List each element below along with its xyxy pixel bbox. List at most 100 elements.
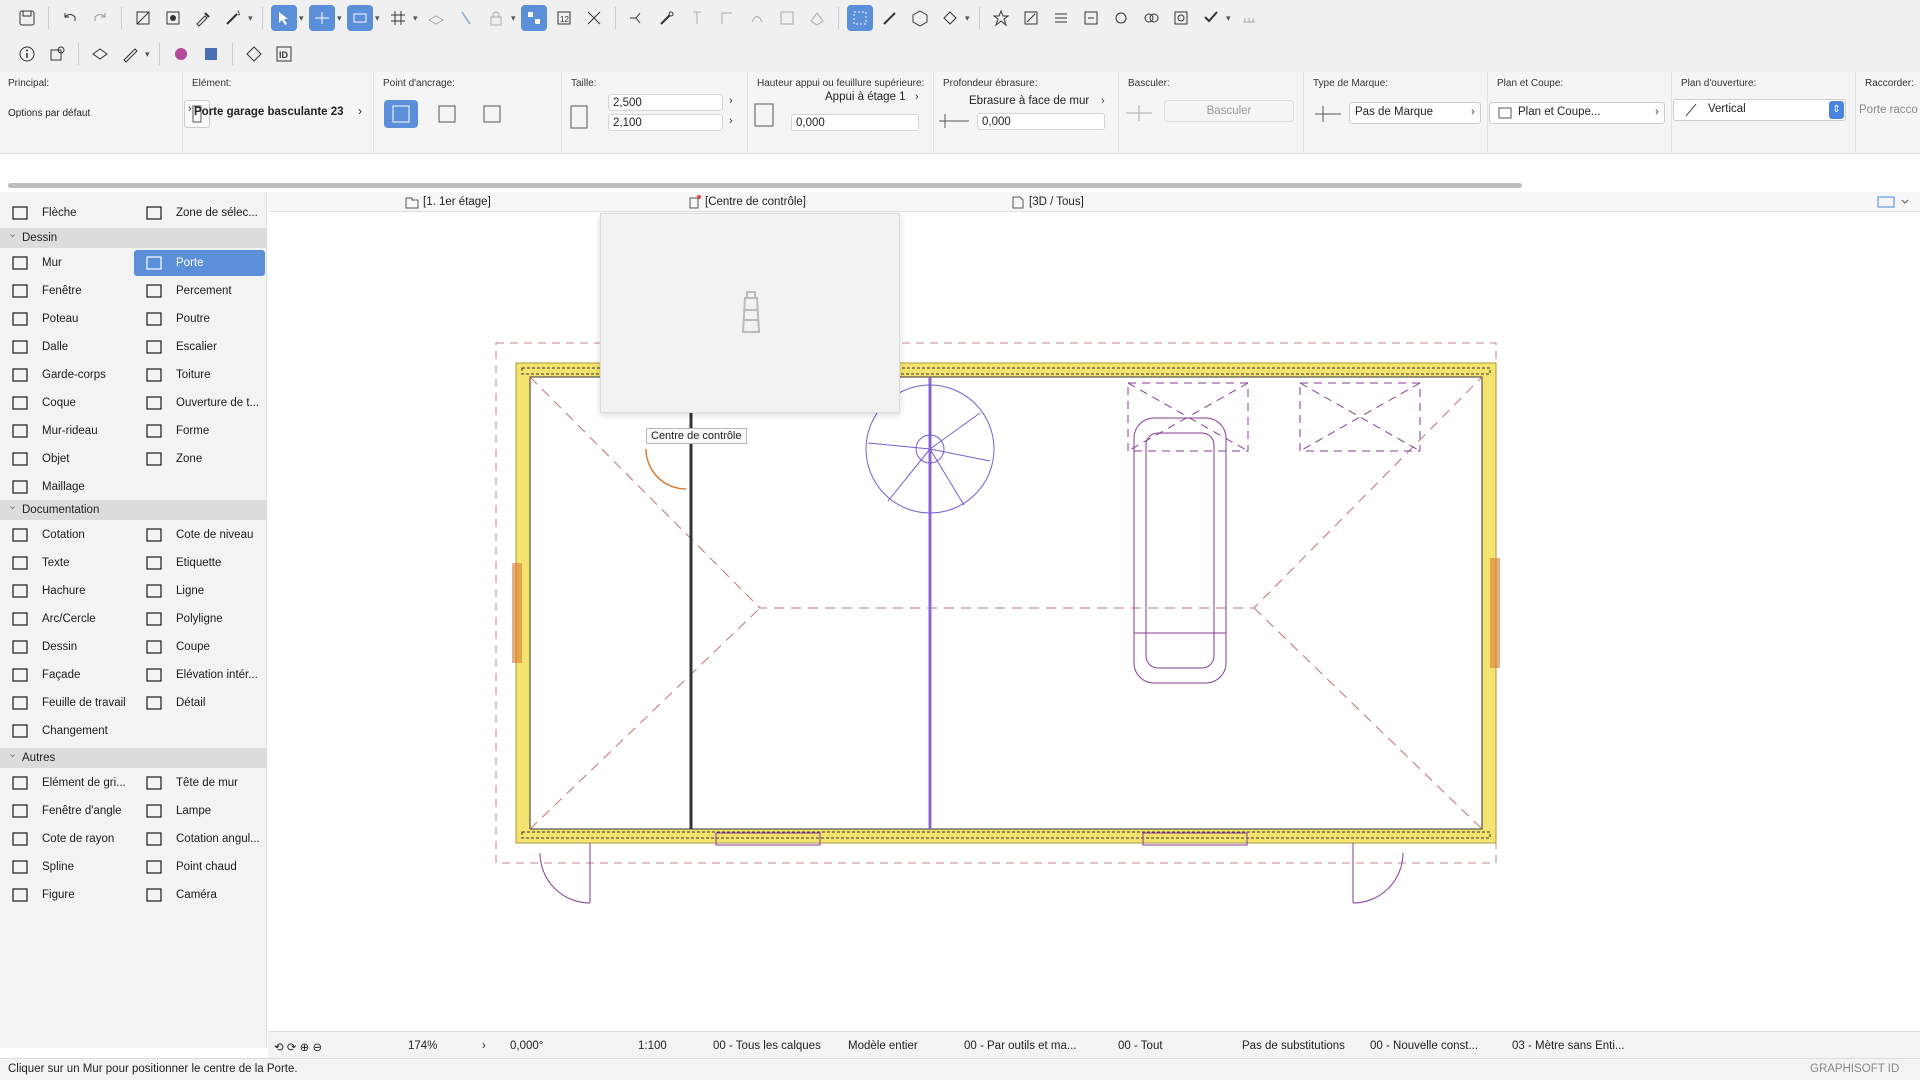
chevron-down-icon[interactable]: ▾ [248, 5, 256, 31]
elevation-icon[interactable] [654, 5, 680, 31]
plan-section-button[interactable]: Plan et Coupe... [1489, 102, 1665, 124]
chevron-right-icon[interactable]: › [1101, 95, 1105, 107]
tool-shell[interactable]: Coque [0, 390, 131, 416]
magic-wand-icon[interactable] [220, 5, 246, 31]
tool-door[interactable]: Porte [134, 250, 265, 276]
tool-hotspot[interactable]: Point chaud [134, 854, 265, 880]
split-icon[interactable] [581, 5, 607, 31]
tool-corner-window[interactable]: Fenêtre d'angle [0, 798, 131, 824]
graphic-override-icon[interactable] [168, 41, 194, 67]
trace-icon[interactable] [453, 5, 479, 31]
view-icon[interactable] [847, 5, 873, 31]
tool-opening[interactable]: Percement [134, 278, 265, 304]
renovation-value[interactable]: 00 - Nouvelle const... [1370, 1040, 1478, 1052]
tool-dimension[interactable]: Cotation [0, 522, 131, 548]
chevron-down-icon[interactable]: ▾ [1226, 5, 1234, 31]
select-arrows-icon[interactable]: ⇕ [1829, 101, 1844, 119]
tab-floor-plan[interactable]: [1. 1er étage] [404, 192, 491, 212]
chevron-down-icon[interactable]: ▾ [337, 5, 345, 31]
grid-icon[interactable] [385, 5, 411, 31]
reveal-reference[interactable]: Ebrasure à face de mur [969, 95, 1089, 107]
floor-plan-drawing[interactable] [268, 213, 1920, 1031]
infobox-scrollbar[interactable] [8, 183, 1522, 188]
tools-icon[interactable] [1198, 5, 1224, 31]
tool-lamp[interactable]: Lampe [134, 798, 265, 824]
eyedropper-icon[interactable] [190, 5, 216, 31]
cube-icon[interactable] [907, 5, 933, 31]
favorite-icon[interactable] [988, 5, 1014, 31]
adjust-icon[interactable] [624, 5, 650, 31]
ruler-icon[interactable] [1236, 5, 1262, 31]
tool-grid-element[interactable]: Elément de gri... [0, 770, 131, 796]
tool-zone[interactable]: Zone [134, 446, 265, 472]
chevron-down-icon[interactable]: ▾ [511, 5, 519, 31]
mirror-icon[interactable] [744, 5, 770, 31]
tool-label[interactable]: Etiquette [134, 550, 265, 576]
zoom-value[interactable]: 174% [408, 1040, 437, 1052]
offset-icon[interactable] [684, 5, 710, 31]
chevron-down-icon[interactable]: ▾ [965, 5, 973, 31]
rotate-icon[interactable] [714, 5, 740, 31]
tool-roof[interactable]: Toiture [134, 362, 265, 388]
publish-icon[interactable] [1078, 5, 1104, 31]
chevron-right-icon[interactable]: › [358, 104, 362, 118]
tool-arc[interactable]: Arc/Cercle [0, 606, 131, 632]
explode-icon[interactable]: 12 [551, 5, 577, 31]
chevron-right-icon[interactable]: › [188, 103, 192, 115]
chevron-right-icon[interactable]: › [1655, 106, 1659, 118]
tool-detail[interactable]: Détail [134, 690, 265, 716]
tool-object[interactable]: Objet [0, 446, 131, 472]
undo-icon[interactable] [57, 5, 83, 31]
dimension-value[interactable]: 03 - Mètre sans Enti... [1512, 1040, 1625, 1052]
principal-value[interactable]: Options par défaut [8, 108, 90, 119]
pen-icon[interactable] [877, 5, 903, 31]
flip-button[interactable]: Basculer [1164, 100, 1294, 122]
tool-radial-dimension[interactable]: Cote de rayon [0, 826, 131, 852]
section-dessin[interactable]: Dessin [0, 224, 267, 248]
tab-control-center[interactable]: [Centre de contrôle] [686, 192, 806, 212]
tool-window[interactable]: Fenêtre [0, 278, 131, 304]
tool-polyline[interactable]: Polyligne [134, 606, 265, 632]
renovation-icon[interactable] [521, 5, 547, 31]
model-value[interactable]: Modèle entier [848, 1040, 918, 1052]
tool-text[interactable]: Texte [0, 550, 131, 576]
chevron-down-icon[interactable]: ▾ [145, 41, 153, 67]
navigator-icon[interactable] [1876, 194, 1912, 210]
chevron-right-icon[interactable]: › [482, 1040, 486, 1052]
tool-arrow[interactable]: Flèche [0, 200, 131, 226]
chevron-right-icon[interactable]: › [729, 115, 733, 127]
layer-settings-icon[interactable] [44, 41, 70, 67]
tool-slab[interactable]: Dalle [0, 334, 131, 360]
tool-camera[interactable]: Caméra [134, 882, 265, 908]
tool-railing[interactable]: Garde-corps [0, 362, 131, 388]
tool-wall[interactable]: Mur [0, 250, 131, 276]
tool-interior-elevation[interactable]: Elévation intér... [134, 662, 265, 688]
tool-column[interactable]: Poteau [0, 306, 131, 332]
chevron-down-icon[interactable]: ▾ [299, 5, 307, 31]
tool-skylight[interactable]: Ouverture de t... [134, 390, 265, 416]
section-documentation[interactable]: Documentation [0, 496, 267, 520]
guide-line-icon[interactable] [309, 5, 335, 31]
tool-spline[interactable]: Spline [0, 854, 131, 880]
sill-input[interactable]: 0,000 [791, 114, 919, 131]
save-icon[interactable] [14, 5, 40, 31]
morph-icon[interactable] [241, 41, 267, 67]
reveal-input[interactable]: 0,000 [977, 113, 1105, 130]
surface-icon[interactable] [937, 5, 963, 31]
anchor-left-icon[interactable] [430, 100, 464, 128]
layout-icon[interactable] [1048, 5, 1074, 31]
tool-figure[interactable]: Figure [0, 882, 131, 908]
chevron-right-icon[interactable]: › [915, 91, 919, 103]
tool-stair[interactable]: Escalier [134, 334, 265, 360]
anchor-right-icon[interactable] [475, 100, 509, 128]
pick-up-params-icon[interactable] [130, 5, 156, 31]
tool-wall-end[interactable]: Tête de mur [134, 770, 265, 796]
chevron-right-icon[interactable]: › [729, 95, 733, 107]
marquee-icon[interactable] [774, 5, 800, 31]
edit-icon[interactable] [804, 5, 830, 31]
anchor-center-icon[interactable] [384, 100, 418, 128]
zoom-icons[interactable]: ⟲ ⟳ ⊕ ⊖ [274, 1040, 322, 1054]
lock-icon[interactable] [483, 5, 509, 31]
surface-icon[interactable] [198, 41, 224, 67]
mvo-value[interactable]: 00 - Tout [1118, 1040, 1163, 1052]
